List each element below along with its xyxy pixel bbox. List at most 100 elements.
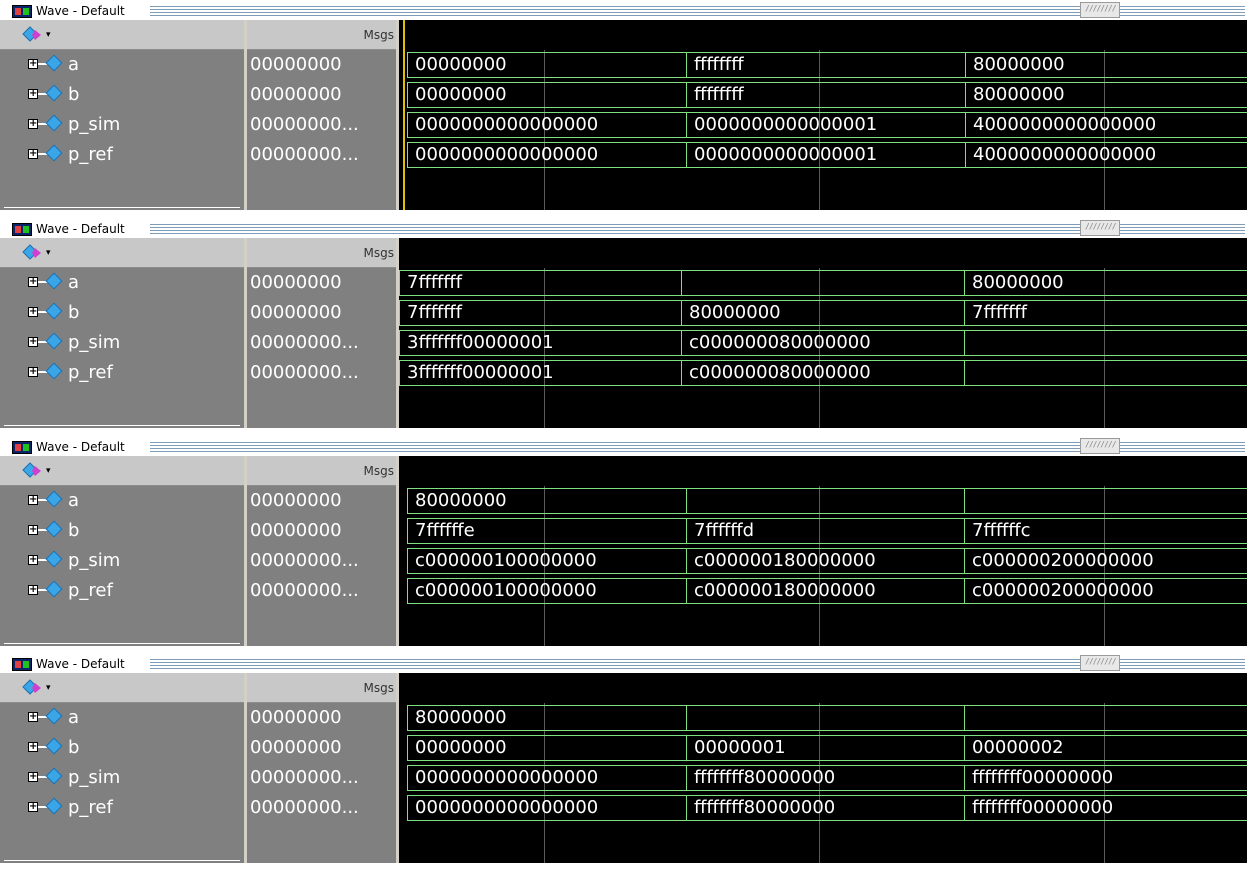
waveform-pane[interactable]: 00000000 ffffffff 80000000 00000000 ffffffff… [399, 20, 1247, 210]
bus-segment[interactable]: c000000100000000 [407, 548, 686, 574]
bus-segment[interactable]: 0000000000000000 [407, 765, 686, 791]
bus-segment[interactable]: 80000000 [965, 82, 1247, 108]
bus-segment[interactable]: 00000000 [407, 82, 686, 108]
signal-row-a[interactable]: + a [0, 50, 244, 80]
waveform-pane[interactable]: 7fffffff 80000000 7fffffff 80000000 7fffffff… [399, 238, 1247, 428]
bus-segment[interactable]: 7fffffff [964, 300, 1247, 326]
expand-plus-icon[interactable]: + [28, 367, 38, 377]
bus-segment[interactable]: 00000000 [407, 735, 686, 761]
toolbar-diamond-icon[interactable] [22, 26, 42, 44]
bus-segment[interactable] [964, 330, 1247, 356]
bus-segment[interactable]: ffffffff [686, 82, 965, 108]
dropdown-arrow-icon[interactable]: ▾ [46, 248, 51, 258]
signal-row-b[interactable]: + b [0, 298, 244, 328]
bus-segment[interactable]: 0000000000000001 [686, 112, 965, 138]
expand-plus-icon[interactable]: + [28, 585, 38, 595]
expand-plus-icon[interactable]: + [28, 149, 38, 159]
bus-segment[interactable]: c000000100000000 [407, 578, 686, 604]
column-divider[interactable] [244, 20, 247, 210]
window-titlebar[interactable]: Wave - Default [0, 436, 1247, 456]
bus-segment[interactable]: 4000000000000000 [965, 112, 1247, 138]
bus-segment[interactable]: 7ffffffe [407, 518, 686, 544]
bus-segment[interactable]: 4000000000000000 [965, 142, 1247, 168]
toolbar-diamond-icon[interactable] [22, 244, 42, 262]
signal-row-a[interactable]: + a [0, 268, 244, 298]
signal-row-p_sim[interactable]: + p_sim [0, 546, 244, 576]
signal-row-p_sim[interactable]: + p_sim [0, 110, 244, 140]
bus-segment[interactable]: 00000002 [964, 735, 1247, 761]
dropdown-arrow-icon[interactable]: ▾ [46, 30, 51, 40]
signal-row-b[interactable]: + b [0, 80, 244, 110]
bus-segment[interactable]: c000000180000000 [686, 578, 964, 604]
expand-plus-icon[interactable]: + [28, 495, 38, 505]
undock-grip[interactable] [1080, 220, 1120, 236]
bus-segment[interactable]: 0000000000000000 [407, 795, 686, 821]
bus-segment[interactable]: ffffffff00000000 [964, 765, 1247, 791]
bus-segment[interactable]: ffffffff80000000 [686, 795, 964, 821]
column-divider[interactable] [244, 456, 247, 646]
bus-segment[interactable]: c000000200000000 [964, 578, 1247, 604]
bus-segment[interactable]: 80000000 [407, 705, 686, 731]
bus-segment[interactable]: 80000000 [965, 52, 1247, 78]
signal-row-a[interactable]: + a [0, 703, 244, 733]
expand-plus-icon[interactable]: + [28, 89, 38, 99]
expand-plus-icon[interactable]: + [28, 555, 38, 565]
bus-segment[interactable]: 7fffffff [399, 300, 681, 326]
window-titlebar[interactable]: Wave - Default [0, 653, 1247, 673]
bus-segment[interactable]: c000000080000000 [681, 360, 964, 386]
bus-segment[interactable]: c000000200000000 [964, 548, 1247, 574]
window-titlebar[interactable]: Wave - Default [0, 0, 1247, 20]
signal-row-p_ref[interactable]: + p_ref [0, 793, 244, 823]
expand-plus-icon[interactable]: + [28, 307, 38, 317]
signal-row-p_ref[interactable]: + p_ref [0, 358, 244, 388]
bus-segment[interactable]: 3fffffff00000001 [399, 330, 681, 356]
bus-segment[interactable] [686, 488, 964, 514]
time-cursor[interactable] [403, 20, 405, 210]
expand-plus-icon[interactable]: + [28, 742, 38, 752]
undock-grip[interactable] [1080, 438, 1120, 454]
expand-plus-icon[interactable]: + [28, 772, 38, 782]
window-titlebar[interactable]: Wave - Default [0, 218, 1247, 238]
column-divider[interactable] [244, 673, 247, 863]
expand-plus-icon[interactable]: + [28, 337, 38, 347]
waveform-pane[interactable]: 80000000 7ffffffe 7ffffffd 7ffffffc c0000001… [399, 456, 1247, 646]
signal-row-b[interactable]: + b [0, 733, 244, 763]
expand-plus-icon[interactable]: + [28, 119, 38, 129]
bus-segment[interactable]: 80000000 [407, 488, 686, 514]
signal-row-p_sim[interactable]: + p_sim [0, 763, 244, 793]
bus-segment[interactable]: 0000000000000000 [407, 142, 686, 168]
bus-segment[interactable] [681, 270, 964, 296]
undock-grip[interactable] [1080, 2, 1120, 18]
signal-row-a[interactable]: + a [0, 486, 244, 516]
bus-segment[interactable]: 00000000 [407, 52, 686, 78]
bus-segment[interactable]: 7ffffffd [686, 518, 964, 544]
dropdown-arrow-icon[interactable]: ▾ [46, 683, 51, 693]
expand-plus-icon[interactable]: + [28, 59, 38, 69]
expand-plus-icon[interactable]: + [28, 802, 38, 812]
signal-row-p_ref[interactable]: + p_ref [0, 140, 244, 170]
bus-segment[interactable] [964, 360, 1247, 386]
bus-segment[interactable]: ffffffff [686, 52, 965, 78]
column-divider[interactable] [244, 238, 247, 428]
bus-segment[interactable]: ffffffff00000000 [964, 795, 1247, 821]
bus-segment[interactable] [686, 705, 964, 731]
bus-segment[interactable] [964, 705, 1247, 731]
bus-segment[interactable]: ffffffff80000000 [686, 765, 964, 791]
waveform-pane[interactable]: 80000000 00000000 00000001 00000002 00000000… [399, 673, 1247, 863]
toolbar-diamond-icon[interactable] [22, 462, 42, 480]
signal-row-p_ref[interactable]: + p_ref [0, 576, 244, 606]
expand-plus-icon[interactable]: + [28, 277, 38, 287]
bus-segment[interactable]: 0000000000000001 [686, 142, 965, 168]
bus-segment[interactable]: 7ffffffc [964, 518, 1247, 544]
signal-row-p_sim[interactable]: + p_sim [0, 328, 244, 358]
bus-segment[interactable]: 00000001 [686, 735, 964, 761]
bus-segment[interactable]: c000000080000000 [681, 330, 964, 356]
bus-segment[interactable]: 7fffffff [399, 270, 681, 296]
undock-grip[interactable] [1080, 655, 1120, 671]
toolbar-diamond-icon[interactable] [22, 679, 42, 697]
expand-plus-icon[interactable]: + [28, 712, 38, 722]
bus-segment[interactable]: 80000000 [681, 300, 964, 326]
dropdown-arrow-icon[interactable]: ▾ [46, 466, 51, 476]
signal-row-b[interactable]: + b [0, 516, 244, 546]
bus-segment[interactable]: c000000180000000 [686, 548, 964, 574]
